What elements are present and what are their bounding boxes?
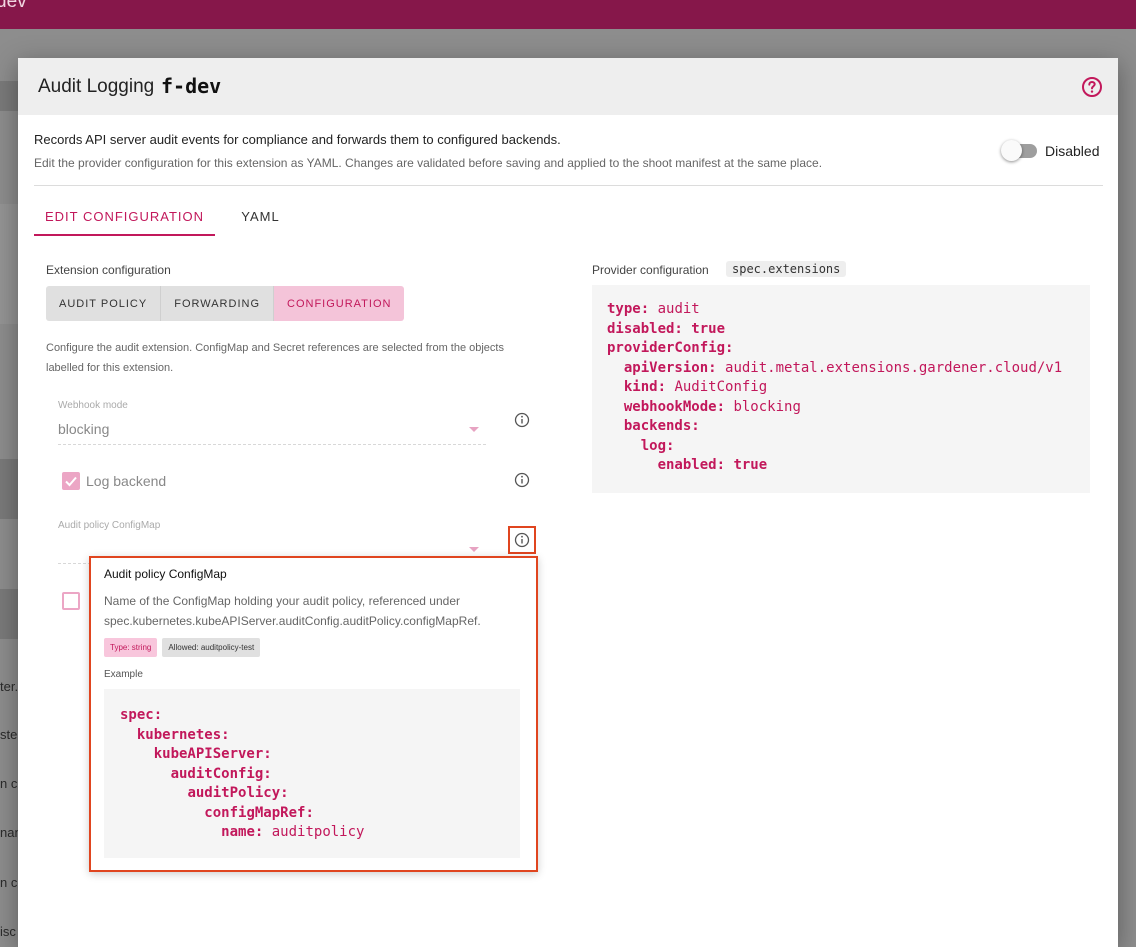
example-label: Example [104, 669, 143, 680]
audit-policy-configmap-label: Audit policy ConfigMap [58, 520, 161, 531]
dialog-title: Audit Logging [38, 76, 155, 97]
yaml-line: name: auditpolicy [120, 823, 364, 843]
provider-path-tag: spec.extensions [726, 261, 847, 277]
toggle-label: Disabled [1045, 143, 1100, 159]
info-icon[interactable] [514, 532, 530, 548]
yaml-line: webhookMode: blocking [607, 398, 1062, 418]
yaml-key: log: [640, 437, 675, 454]
provider-yaml: type: audit disabled: true providerConfig:… [607, 300, 1062, 476]
bg-panel [0, 459, 18, 519]
webhook-mode-label: Webhook mode [58, 400, 128, 411]
bg-text: n c [0, 776, 18, 791]
webhook-mode-underline [58, 444, 486, 445]
yaml-line: log: [607, 437, 1062, 457]
provider-yaml-block: type: audit disabled: true providerConfig:… [592, 285, 1090, 493]
yaml-value: AuditConfig [674, 379, 768, 395]
tab-edit-configuration[interactable]: EDIT CONFIGURATION [34, 198, 215, 236]
yaml-line: enabled: true [607, 456, 1062, 476]
yaml-value: true [691, 320, 726, 337]
yaml-key: kubernetes: [136, 726, 230, 743]
yaml-value: audit.metal.extensions.gardener.cloud/v1 [725, 359, 1063, 376]
dialog-subdescription: Edit the provider configuration for this… [34, 156, 823, 170]
yaml-line: type: audit [607, 300, 1062, 320]
yaml-value: blocking [733, 398, 801, 415]
chevron-down-icon[interactable] [469, 547, 479, 552]
help-circle-icon[interactable] [1081, 76, 1103, 98]
log-backend-checkbox[interactable] [62, 472, 80, 490]
example-yaml-block: spec: kubernetes: kubeAPIServer: auditCo… [104, 689, 520, 858]
tooltip-title: Audit policy ConfigMap [104, 567, 227, 581]
bg-text: ter. [0, 679, 19, 694]
topbar-title: dev [0, 0, 27, 12]
yaml-value: true [733, 457, 768, 473]
enable-toggle[interactable] [1001, 140, 1041, 161]
yaml-line: spec: [120, 706, 364, 726]
chevron-down-icon[interactable] [469, 427, 479, 432]
yaml-value: auditpolicy [271, 824, 365, 840]
yaml-line: providerConfig: [607, 339, 1062, 359]
info-icon-highlight[interactable] [508, 526, 536, 554]
yaml-line: backends: [607, 417, 1062, 437]
yaml-key: providerConfig: [607, 340, 734, 356]
yaml-key: type: [607, 301, 650, 317]
yaml-line: kubeAPIServer: [120, 745, 364, 765]
section-button-group: AUDIT POLICY FORWARDING CONFIGURATION [46, 286, 405, 321]
yaml-key: kubeAPIServer: [153, 746, 272, 762]
yaml-key: auditPolicy: [187, 785, 289, 801]
yaml-line: disabled: true [607, 320, 1062, 340]
info-icon[interactable] [514, 412, 530, 428]
header-divider [34, 185, 1103, 186]
dialog-description: Records API server audit events for comp… [34, 132, 561, 147]
yaml-line: auditConfig: [120, 765, 364, 785]
webhook-mode-select[interactable]: blocking [58, 421, 109, 437]
provider-configuration-label: Provider configuration [592, 263, 709, 277]
info-icon[interactable] [514, 472, 530, 488]
cluster-name: f-dev [161, 74, 222, 98]
tab-yaml[interactable]: YAML [223, 198, 298, 234]
yaml-line: kind: AuditConfig [607, 378, 1062, 398]
yaml-key: backends: [623, 418, 700, 434]
tooltip-description: Name of the ConfigMap holding your audit… [104, 594, 481, 628]
configuration-help-text: Configure the audit extension. ConfigMap… [46, 342, 504, 374]
bg-panel [0, 589, 18, 639]
example-yaml: spec: kubernetes: kubeAPIServer: auditCo… [120, 706, 364, 843]
bg-panel [0, 81, 18, 111]
yaml-key: webhookMode: [623, 398, 726, 415]
yaml-key: name: [221, 824, 264, 840]
toggle-knob [1001, 140, 1022, 161]
app-topbar: dev [0, 0, 1136, 29]
bg-text: isc [0, 924, 16, 939]
yaml-key: configMapRef: [204, 804, 314, 821]
forwarding-button[interactable]: FORWARDING [161, 286, 274, 321]
yaml-value: audit [657, 301, 700, 317]
extension-configuration-label: Extension configuration [46, 263, 171, 277]
type-badge: Type: string [104, 638, 158, 657]
yaml-line: kubernetes: [120, 726, 364, 746]
bg-text: ste [0, 727, 18, 742]
check-icon [65, 476, 77, 487]
audit-policy-tooltip: Audit policy ConfigMap Name of the Confi… [89, 556, 538, 872]
yaml-key: disabled: [607, 320, 683, 337]
allowed-badge: Allowed: auditpolicy-test [162, 638, 261, 657]
yaml-key: enabled: [657, 457, 726, 473]
yaml-line: apiVersion: audit.metal.extensions.garde… [607, 359, 1062, 379]
bg-panel [0, 204, 18, 324]
secondary-checkbox[interactable] [62, 592, 80, 610]
audit-policy-button[interactable]: AUDIT POLICY [46, 286, 162, 321]
configuration-button[interactable]: CONFIGURATION [274, 286, 405, 321]
yaml-key: spec: [120, 707, 163, 723]
log-backend-label: Log backend [86, 473, 167, 489]
yaml-key: apiVersion: [623, 359, 717, 376]
dialog-header: Audit Logging f-dev [18, 58, 1118, 115]
yaml-key: auditConfig: [170, 765, 272, 782]
yaml-key: kind: [623, 379, 667, 395]
yaml-line: configMapRef: [120, 804, 364, 824]
yaml-line: auditPolicy: [120, 784, 364, 804]
tooltip-badges: Type: string Allowed: auditpolicy-test [104, 638, 261, 657]
